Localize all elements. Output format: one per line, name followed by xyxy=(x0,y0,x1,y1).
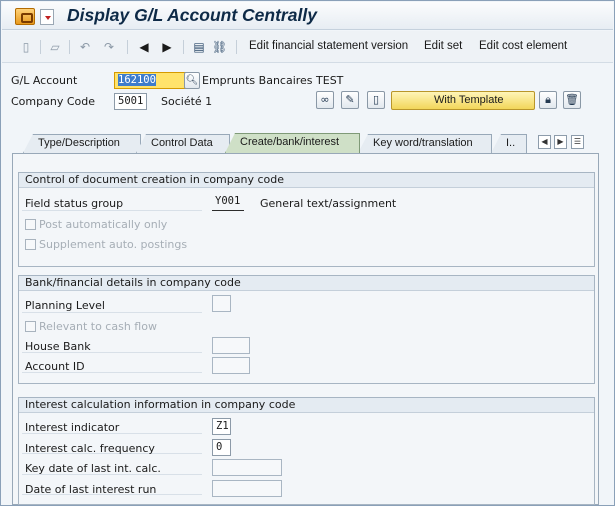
new-document-icon[interactable]: ▯ xyxy=(367,91,385,109)
tab-key-word-translation[interactable]: Key word/translation xyxy=(358,134,492,153)
previous-icon[interactable]: ◀ xyxy=(137,40,151,54)
checkbox-icon xyxy=(25,239,36,250)
planning-level-field[interactable] xyxy=(212,295,231,312)
company-code-field[interactable]: 5001 xyxy=(114,93,147,110)
interest-group: Interest calculation information in comp… xyxy=(18,397,595,505)
relevant-cash-flow-label: Relevant to cash flow xyxy=(39,320,157,333)
tab-i-overflow[interactable]: I.. xyxy=(491,134,527,153)
pencil-edit-icon[interactable]: ✎ xyxy=(341,91,359,109)
toolbar-separator xyxy=(236,40,237,54)
interest-indicator-field[interactable]: Z1 xyxy=(212,418,231,435)
last-interest-run-label: Date of last interest run xyxy=(25,483,157,496)
delete-trash-icon[interactable]: 🗑︎ xyxy=(563,91,581,109)
undo-icon[interactable]: ↶ xyxy=(78,40,92,54)
relevant-cash-flow-checkbox: Relevant to cash flow xyxy=(25,320,157,333)
application-toolbar: ▯ ▱ ↶ ↷ ◀ ▶ ▤ ⛓ Edit financial statement… xyxy=(2,31,613,63)
checkbox-icon xyxy=(25,321,36,332)
last-interest-run-field[interactable] xyxy=(212,480,282,497)
link-icon[interactable]: ⛓ xyxy=(212,40,227,54)
with-template-button[interactable]: With Template xyxy=(391,91,535,110)
key-date-last-calc-field[interactable] xyxy=(212,459,282,476)
house-bank-field[interactable] xyxy=(212,337,250,354)
account-id-field[interactable] xyxy=(212,357,250,374)
toolbar-separator xyxy=(127,40,128,54)
next-icon[interactable]: ▶ xyxy=(160,40,174,54)
tab-scroll-left-icon[interactable]: ◀ xyxy=(538,135,551,149)
sap-window: Display G/L Account Centrally ▯ ▱ ↶ ↷ ◀ … xyxy=(0,0,615,506)
toolbar-separator xyxy=(69,40,70,54)
tab-create-bank-interest[interactable]: Create/bank/interest xyxy=(225,133,360,153)
doc-creation-group: Control of document creation in company … xyxy=(18,172,595,267)
title-bar: Display G/L Account Centrally xyxy=(2,2,613,30)
new-icon[interactable]: ▯ xyxy=(19,40,33,54)
post-auto-only-label: Post automatically only xyxy=(39,218,168,231)
interest-frequency-field[interactable]: 0 xyxy=(212,439,231,456)
account-id-label: Account ID xyxy=(25,360,85,373)
lock-icon[interactable]: 🔒︎ xyxy=(539,91,557,109)
tab-list-icon[interactable]: ☰ xyxy=(571,135,584,149)
tab-scroll-right-icon[interactable]: ▶ xyxy=(554,135,567,149)
tab-label: Type/Description xyxy=(38,137,120,149)
tab-control-data[interactable]: Control Data xyxy=(136,134,230,153)
bank-details-title: Bank/financial details in company code xyxy=(19,276,594,291)
post-auto-only-checkbox: Post automatically only xyxy=(25,218,167,231)
company-code-label: Company Code xyxy=(11,95,95,108)
checkbox-icon xyxy=(25,219,36,230)
gl-account-field[interactable]: 162100 xyxy=(114,72,186,89)
planning-level-label: Planning Level xyxy=(25,299,105,312)
with-template-label: With Template xyxy=(434,94,504,106)
supplement-auto-checkbox: Supplement auto. postings xyxy=(25,238,187,251)
interest-frequency-label: Interest calc. frequency xyxy=(25,442,155,455)
field-status-group-field[interactable]: Y001 xyxy=(212,194,244,211)
copy-icon[interactable]: ▱ xyxy=(48,40,62,54)
window-title: Display G/L Account Centrally xyxy=(67,5,317,25)
glasses-display-icon[interactable]: ∞ xyxy=(316,91,334,109)
bank-details-group: Bank/financial details in company code P… xyxy=(18,275,595,384)
toolbar-separator xyxy=(40,40,41,54)
redo-icon[interactable]: ↷ xyxy=(102,40,116,54)
company-code-description: Société 1 xyxy=(161,95,213,108)
tab-type-description[interactable]: Type/Description xyxy=(23,134,141,153)
gl-account-description: Emprunts Bancaires TEST xyxy=(202,74,344,87)
gl-account-value: 162100 xyxy=(118,74,156,86)
print-icon[interactable]: ▤ xyxy=(192,40,206,54)
tab-label: I.. xyxy=(506,137,516,149)
field-status-group-description: General text/assignment xyxy=(260,197,397,210)
menu-dropdown-icon[interactable] xyxy=(40,9,54,25)
doc-creation-title: Control of document creation in company … xyxy=(19,173,594,188)
field-status-group-label: Field status group xyxy=(25,197,124,210)
tab-label: Create/bank/interest xyxy=(240,136,340,148)
edit-set-button[interactable]: Edit set xyxy=(424,40,462,52)
key-date-last-calc-label: Key date of last int. calc. xyxy=(25,462,161,475)
tab-label: Control Data xyxy=(151,137,213,149)
search-help-icon[interactable]: 🔍︎ xyxy=(184,72,200,89)
edit-fs-version-button[interactable]: Edit financial statement version xyxy=(249,40,408,52)
interest-indicator-label: Interest indicator xyxy=(25,421,120,434)
sap-app-icon[interactable] xyxy=(15,8,35,25)
tab-label: Key word/translation xyxy=(373,137,473,149)
gl-account-label: G/L Account xyxy=(11,74,78,87)
edit-cost-element-button[interactable]: Edit cost element xyxy=(479,40,567,52)
toolbar-separator xyxy=(183,40,184,54)
house-bank-label: House Bank xyxy=(25,340,91,353)
interest-title: Interest calculation information in comp… xyxy=(19,398,594,413)
supplement-auto-label: Supplement auto. postings xyxy=(39,238,188,251)
